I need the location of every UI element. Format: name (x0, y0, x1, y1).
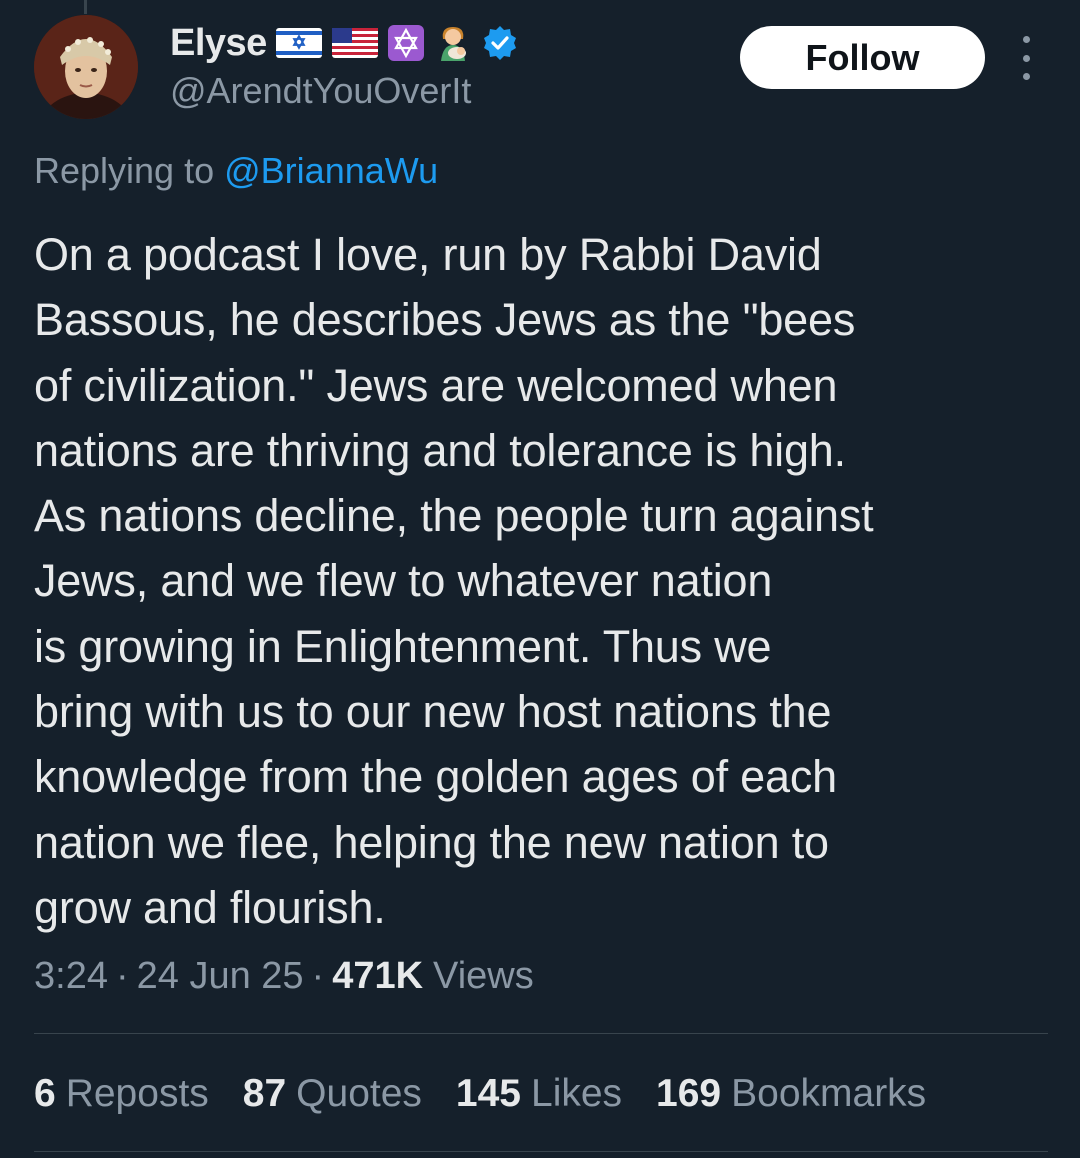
verified-badge-icon (481, 24, 519, 62)
usa-flag-icon (331, 26, 379, 60)
meta-separator: · (311, 955, 325, 997)
dot (1022, 36, 1030, 43)
tweet-meta: 3:24 · 24 Jun 25 · 471K Views (34, 955, 534, 998)
tweet-date[interactable]: 24 Jun 25 (137, 955, 304, 998)
tweet-detail: Elyse @ArendtYouOverIt Follow Replying t… (0, 0, 1080, 1158)
bookmarks-stat[interactable]: 169 Bookmarks (656, 1072, 926, 1116)
reposts-stat[interactable]: 6 Reposts (34, 1072, 209, 1116)
likes-stat[interactable]: 145 Likes (456, 1072, 622, 1116)
tweet-text: On a podcast I love, run by Rabbi David … (34, 229, 874, 933)
bookmarks-count: 169 (656, 1072, 722, 1115)
views-label: Views (433, 955, 534, 997)
replying-to-label: Replying to (34, 150, 215, 191)
display-name[interactable]: Elyse (170, 22, 267, 65)
more-options-icon[interactable] (1008, 36, 1044, 80)
replying-to-link[interactable]: @BriannaWu (224, 150, 438, 191)
name-row: Elyse (170, 20, 519, 66)
reposts-label: Reposts (65, 1072, 209, 1115)
tweet-time[interactable]: 3:24 (34, 955, 108, 998)
avatar[interactable] (34, 15, 138, 119)
replying-to: Replying to @BriannaWu (34, 150, 438, 192)
quotes-count: 87 (242, 1072, 287, 1115)
israel-flag-icon (275, 26, 323, 60)
dot (1022, 54, 1030, 62)
likes-count: 145 (455, 1072, 521, 1115)
user-handle[interactable]: @ArendtYouOverIt (170, 70, 471, 112)
divider (34, 1151, 1048, 1152)
meta-separator: · (115, 955, 129, 997)
bookmarks-label: Bookmarks (731, 1072, 927, 1115)
likes-label: Likes (531, 1072, 623, 1115)
engagement-stats: 6 Reposts 87 Quotes 145 Likes 169 Bookmarks (34, 1072, 926, 1116)
quotes-stat[interactable]: 87 Quotes (243, 1072, 422, 1116)
follow-button[interactable]: Follow (740, 26, 985, 89)
quotes-label: Quotes (296, 1072, 422, 1115)
views-count: 471K (332, 955, 424, 997)
thread-connector (84, 0, 87, 14)
divider (34, 1033, 1048, 1034)
woman-feeding-baby-icon (433, 23, 473, 63)
star-of-david-icon (387, 24, 425, 62)
reposts-count: 6 (34, 1072, 56, 1115)
dot (1022, 73, 1030, 80)
